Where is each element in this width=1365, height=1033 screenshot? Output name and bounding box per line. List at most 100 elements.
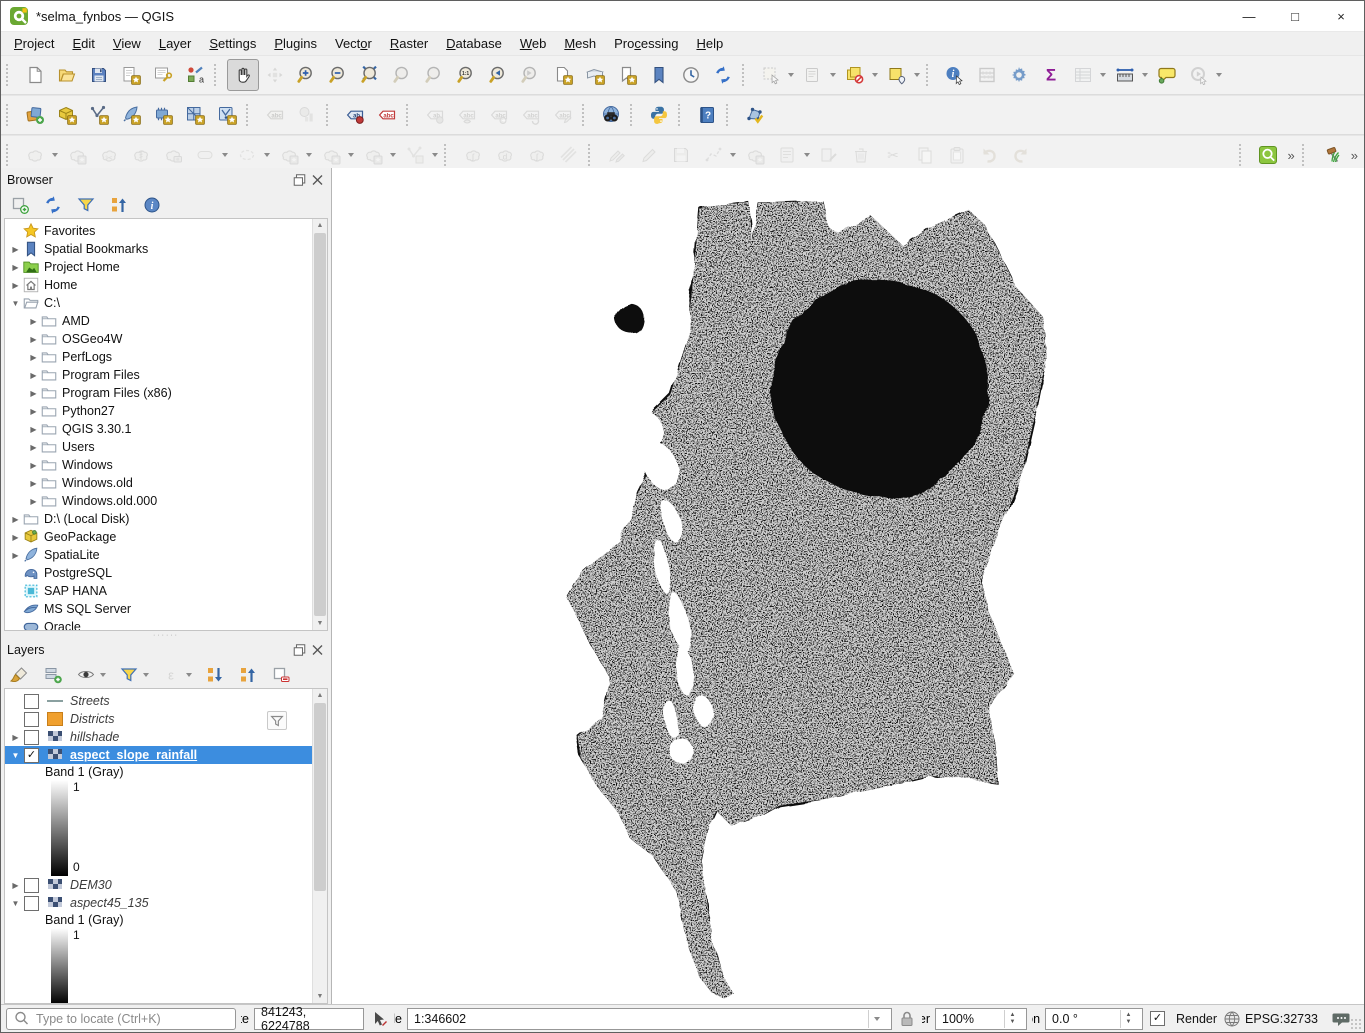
toolbar-overflow-button[interactable]: » (1347, 148, 1362, 163)
dropdown-caret-icon[interactable] (788, 73, 794, 77)
layer-visibility-checkbox[interactable] (24, 694, 39, 709)
dropdown-caret-icon[interactable] (730, 153, 736, 157)
menu-layer[interactable]: Layer (150, 33, 201, 54)
check-geometries-button[interactable] (739, 99, 771, 131)
move-label-button[interactable]: abc (483, 99, 515, 131)
current-edits-button[interactable] (19, 139, 51, 171)
dropdown-caret-icon[interactable] (52, 153, 58, 157)
toolbar-handle[interactable] (742, 64, 751, 86)
digitize-with-segment-button[interactable] (61, 139, 93, 171)
scroll-down-icon[interactable]: ▼ (313, 990, 327, 1003)
expand-arrow-icon[interactable]: ▶ (9, 245, 22, 254)
layer-visibility-checkbox[interactable]: ✓ (24, 748, 39, 763)
toolbar-handle[interactable] (1302, 144, 1311, 166)
statistical-summary-button[interactable]: Σ (1035, 59, 1067, 91)
save-layer-edits-button[interactable] (665, 139, 697, 171)
toolbar-handle[interactable] (6, 144, 15, 166)
grass-tools-button[interactable] (1315, 139, 1347, 171)
browser-scroll-thumb[interactable] (314, 233, 326, 616)
browser-item-program-files-x86[interactable]: ▶Program Files (x86) (5, 384, 313, 402)
filter-by-expression-button[interactable]: ε (159, 662, 185, 688)
browser-close-icon[interactable] (310, 172, 325, 187)
layer-item-dem30[interactable]: ▶DEM30 (5, 876, 313, 894)
zoom-out-button[interactable] (323, 59, 355, 91)
browser-item-home[interactable]: ▶Home (5, 276, 313, 294)
menu-help[interactable]: Help (687, 33, 732, 54)
expand-arrow-icon[interactable]: ▶ (9, 515, 22, 524)
circle-tool-button[interactable] (231, 139, 263, 171)
vertex-tool-button[interactable] (399, 139, 431, 171)
map-canvas[interactable] (332, 168, 1364, 1005)
copy-features-button[interactable] (909, 139, 941, 171)
layer-visibility-checkbox[interactable] (24, 896, 39, 911)
new-print-layout-button[interactable] (115, 59, 147, 91)
pan-map-button[interactable] (227, 59, 259, 91)
browser-float-icon[interactable] (292, 172, 307, 187)
toolbar-handle[interactable] (726, 104, 735, 126)
temporal-controller-button[interactable] (675, 59, 707, 91)
toolbar-handle[interactable] (444, 144, 453, 166)
dropdown-caret-icon[interactable] (804, 153, 810, 157)
expand-arrow-icon[interactable]: ▶ (27, 317, 40, 326)
delete-part-button[interactable]: ∫ (521, 139, 553, 171)
zoom-native-resolution-button[interactable]: 1:1 (451, 59, 483, 91)
fill-ring-button[interactable]: ∫ (457, 139, 489, 171)
show-spatial-bookmarks-button[interactable] (643, 59, 675, 91)
messages-icon[interactable] (1331, 1009, 1351, 1029)
new-mesh-layer-button[interactable] (211, 99, 243, 131)
plugin-search-button[interactable] (1252, 139, 1284, 171)
layer-item-hillshade[interactable]: ▶hillshade (5, 728, 313, 746)
pin-unpin-labels-button[interactable]: ab (419, 99, 451, 131)
layers-scrollbar[interactable]: ▲ ▼ (312, 689, 327, 1003)
close-button[interactable]: × (1318, 1, 1364, 31)
browser-item-osgeo4w[interactable]: ▶OSGeo4W (5, 330, 313, 348)
layer-item-aspect-slope-rainfall[interactable]: ▼✓aspect_slope_rainfall (5, 746, 313, 764)
collapse-all-button[interactable] (106, 192, 132, 218)
expand-arrow-icon[interactable]: ▶ (27, 479, 40, 488)
new-shapefile-layer-button[interactable] (83, 99, 115, 131)
toolbar-handle[interactable] (678, 104, 687, 126)
expand-arrow-icon[interactable]: ▶ (27, 335, 40, 344)
browser-item-python27[interactable]: ▶Python27 (5, 402, 313, 420)
split-features-button[interactable]: ✂ (93, 139, 125, 171)
coordinate-input[interactable]: 841243, 6224788 (254, 1008, 364, 1030)
scroll-down-icon[interactable]: ▼ (313, 617, 327, 630)
expand-arrow-icon[interactable]: ▶ (9, 533, 22, 542)
new-temporary-scratch-layer-button[interactable] (147, 99, 179, 131)
menu-plugins[interactable]: Plugins (265, 33, 326, 54)
digitize-with-curve-button[interactable] (697, 139, 729, 171)
zoom-full-button[interactable] (355, 59, 387, 91)
collapse-arrow-icon[interactable]: ▼ (9, 299, 22, 308)
dropdown-caret-icon[interactable] (872, 73, 878, 77)
toolbar-handle[interactable] (588, 144, 597, 166)
expand-arrow-icon[interactable]: ▶ (27, 443, 40, 452)
expand-arrow-icon[interactable]: ▶ (27, 407, 40, 416)
select-features-by-value-button[interactable] (797, 59, 829, 91)
browser-item-qgis-3-30-1[interactable]: ▶QGIS 3.30.1 (5, 420, 313, 438)
expand-arrow-icon[interactable]: ▶ (27, 497, 40, 506)
dropdown-caret-icon[interactable] (914, 73, 920, 77)
crs-status-button[interactable]: EPSG:32733 (1222, 1009, 1318, 1029)
layer-labeling-button[interactable]: abc (259, 99, 291, 131)
zoom-to-layer-button[interactable] (419, 59, 451, 91)
open-attribute-table-button[interactable] (1067, 59, 1099, 91)
rotation-spinbox[interactable]: 0.0 ° ▲▼ (1045, 1008, 1143, 1030)
expand-arrow-icon[interactable]: ▶ (27, 353, 40, 362)
toggle-extents-icon[interactable] (369, 1009, 389, 1029)
expand-arrow-icon[interactable]: ▶ (27, 461, 40, 470)
manage-map-themes-button[interactable] (73, 662, 99, 688)
menu-project[interactable]: Project (5, 33, 63, 54)
browser-scrollbar[interactable]: ▲ ▼ (312, 219, 327, 630)
toolbar-handle[interactable] (6, 104, 15, 126)
toggle-editing-button[interactable] (601, 139, 633, 171)
modify-attributes-selected-button[interactable] (813, 139, 845, 171)
toolbar-handle[interactable] (214, 64, 223, 86)
layer-visibility-checkbox[interactable] (24, 878, 39, 893)
dropdown-caret-icon[interactable] (1142, 73, 1148, 77)
run-feature-action-button[interactable] (1183, 59, 1215, 91)
toolbar-handle[interactable] (926, 64, 935, 86)
browser-item-ms-sql-server[interactable]: MS SQL Server (5, 600, 313, 618)
layers-close-icon[interactable] (310, 642, 325, 657)
menu-processing[interactable]: Processing (605, 33, 687, 54)
new-virtual-layer-button[interactable] (179, 99, 211, 131)
